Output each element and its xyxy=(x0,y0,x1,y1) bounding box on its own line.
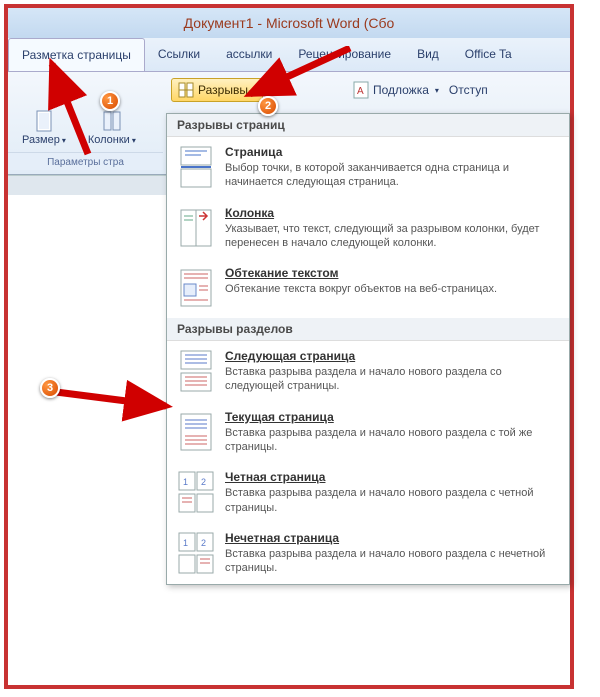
tab-links[interactable]: Ссылки xyxy=(145,38,213,71)
menu-item-text-wrapping[interactable]: Обтекание текстом Обтекание текста вокру… xyxy=(167,258,569,318)
svg-text:2: 2 xyxy=(201,538,206,548)
menu-title: Следующая страница xyxy=(225,349,559,363)
text-wrap-icon xyxy=(177,266,215,310)
title-bar: Документ1 - Microsoft Word (Сбо xyxy=(8,8,570,38)
columns-icon xyxy=(102,110,122,132)
menu-item-column[interactable]: Колонка Указывает, что текст, следующий … xyxy=(167,198,569,259)
watermark-button[interactable]: A Подложка▾ xyxy=(353,81,439,99)
svg-text:1: 1 xyxy=(183,538,188,548)
svg-text:A: A xyxy=(357,86,364,97)
svg-text:1: 1 xyxy=(183,477,188,487)
annotation-arrow-3 xyxy=(48,376,178,426)
even-page-icon: 12 xyxy=(177,470,215,514)
breaks-icon xyxy=(178,82,194,98)
svg-text:2: 2 xyxy=(201,477,206,487)
annotation-marker-1: 1 xyxy=(100,91,120,111)
window-title: Документ1 - Microsoft Word (Сбо xyxy=(184,15,395,31)
section-section-breaks: Разрывы разделов xyxy=(167,318,569,341)
menu-title: Страница xyxy=(225,145,559,159)
menu-desc: Вставка разрыва раздела и начало нового … xyxy=(225,486,559,515)
tab-office-tab[interactable]: Office Ta xyxy=(452,38,525,71)
menu-desc: Указывает, что текст, следующий за разры… xyxy=(225,222,559,251)
page-size-icon xyxy=(34,110,54,132)
menu-title: Колонка xyxy=(225,206,559,220)
column-break-icon xyxy=(177,206,215,250)
menu-item-next-page[interactable]: Следующая страница Вставка разрыва разде… xyxy=(167,341,569,402)
breaks-dropdown: Разрывы страниц Страница Выбор точки, в … xyxy=(166,113,570,585)
menu-item-continuous[interactable]: Текущая страница Вставка разрыва раздела… xyxy=(167,402,569,463)
menu-title: Текущая страница xyxy=(225,410,559,424)
menu-title: Нечетная страница xyxy=(225,531,559,545)
menu-item-odd-page[interactable]: 12 Нечетная страница Вставка разрыва раз… xyxy=(167,523,569,584)
annotation-marker-2: 2 xyxy=(258,96,278,116)
group-page-setup: Параметры стра xyxy=(8,152,163,170)
menu-desc: Выбор точки, в которой заканчивается одн… xyxy=(225,161,559,190)
indent-button[interactable]: Отступ xyxy=(449,83,488,97)
tab-page-layout[interactable]: Разметка страницы xyxy=(8,38,145,71)
menu-item-page[interactable]: Страница Выбор точки, в которой заканчив… xyxy=(167,137,569,198)
menu-desc: Вставка разрыва раздела и начало нового … xyxy=(225,547,559,576)
tab-review[interactable]: Рецензирование xyxy=(285,38,404,71)
annotation-marker-3: 3 xyxy=(40,378,60,398)
page-break-icon xyxy=(177,145,215,189)
size-button[interactable]: Размер▾ xyxy=(16,106,72,150)
app-window: Документ1 - Microsoft Word (Сбо Разметка… xyxy=(4,4,574,689)
ribbon-tabs: Разметка страницы Ссылки ассылки Рецензи… xyxy=(8,38,570,72)
menu-item-even-page[interactable]: 12 Четная страница Вставка разрыва разде… xyxy=(167,462,569,523)
continuous-icon xyxy=(177,410,215,454)
menu-desc: Обтекание текста вокруг объектов на веб-… xyxy=(225,282,559,296)
tab-mailings[interactable]: ассылки xyxy=(213,38,285,71)
menu-title: Обтекание текстом xyxy=(225,266,559,280)
menu-title: Четная страница xyxy=(225,470,559,484)
breaks-button[interactable]: Разрывы ▾ xyxy=(171,78,263,102)
section-page-breaks: Разрывы страниц xyxy=(167,114,569,137)
next-page-icon xyxy=(177,349,215,393)
tab-view[interactable]: Вид xyxy=(404,38,452,71)
watermark-icon: A xyxy=(353,81,369,99)
columns-button[interactable]: Колонки▾ xyxy=(82,106,142,150)
chevron-down-icon: ▾ xyxy=(252,86,256,95)
menu-desc: Вставка разрыва раздела и начало нового … xyxy=(225,426,559,455)
menu-desc: Вставка разрыва раздела и начало нового … xyxy=(225,365,559,394)
odd-page-icon: 12 xyxy=(177,531,215,575)
